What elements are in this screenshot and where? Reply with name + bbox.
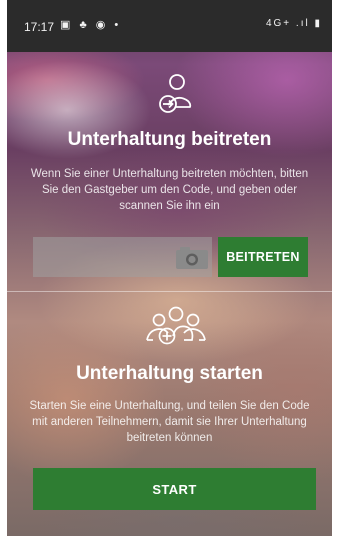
camera-icon[interactable] (175, 246, 209, 270)
join-description: Wenn Sie einer Unterhaltung beitreten mö… (30, 168, 309, 212)
start-button[interactable]: START (33, 468, 316, 510)
start-title: Unterhaltung starten (76, 363, 263, 384)
notification-icons: ▣ ♣ ◉ • (60, 19, 122, 31)
signal-battery-icons: 4G+ .ıl ▮ (265, 18, 322, 29)
group-add-icon (146, 306, 206, 345)
app-screen: 17:17 ▣ ♣ ◉ • 4G+ .ıl ▮ Unterhaltung bei… (7, 0, 332, 536)
status-bar: 17:17 ▣ ♣ ◉ • 4G+ .ıl ▮ (7, 0, 332, 52)
section-divider (7, 291, 332, 292)
join-title: Unterhaltung beitreten (67, 129, 272, 150)
phone-frame: 17:17 ▣ ♣ ◉ • 4G+ .ıl ▮ Unterhaltung bei… (0, 0, 337, 536)
join-button[interactable]: BEITRETEN (218, 237, 308, 277)
status-time: 17:17 (24, 20, 55, 34)
start-description: Starten Sie eine Unterhaltung, und teile… (29, 400, 310, 444)
person-join-icon (159, 74, 192, 113)
